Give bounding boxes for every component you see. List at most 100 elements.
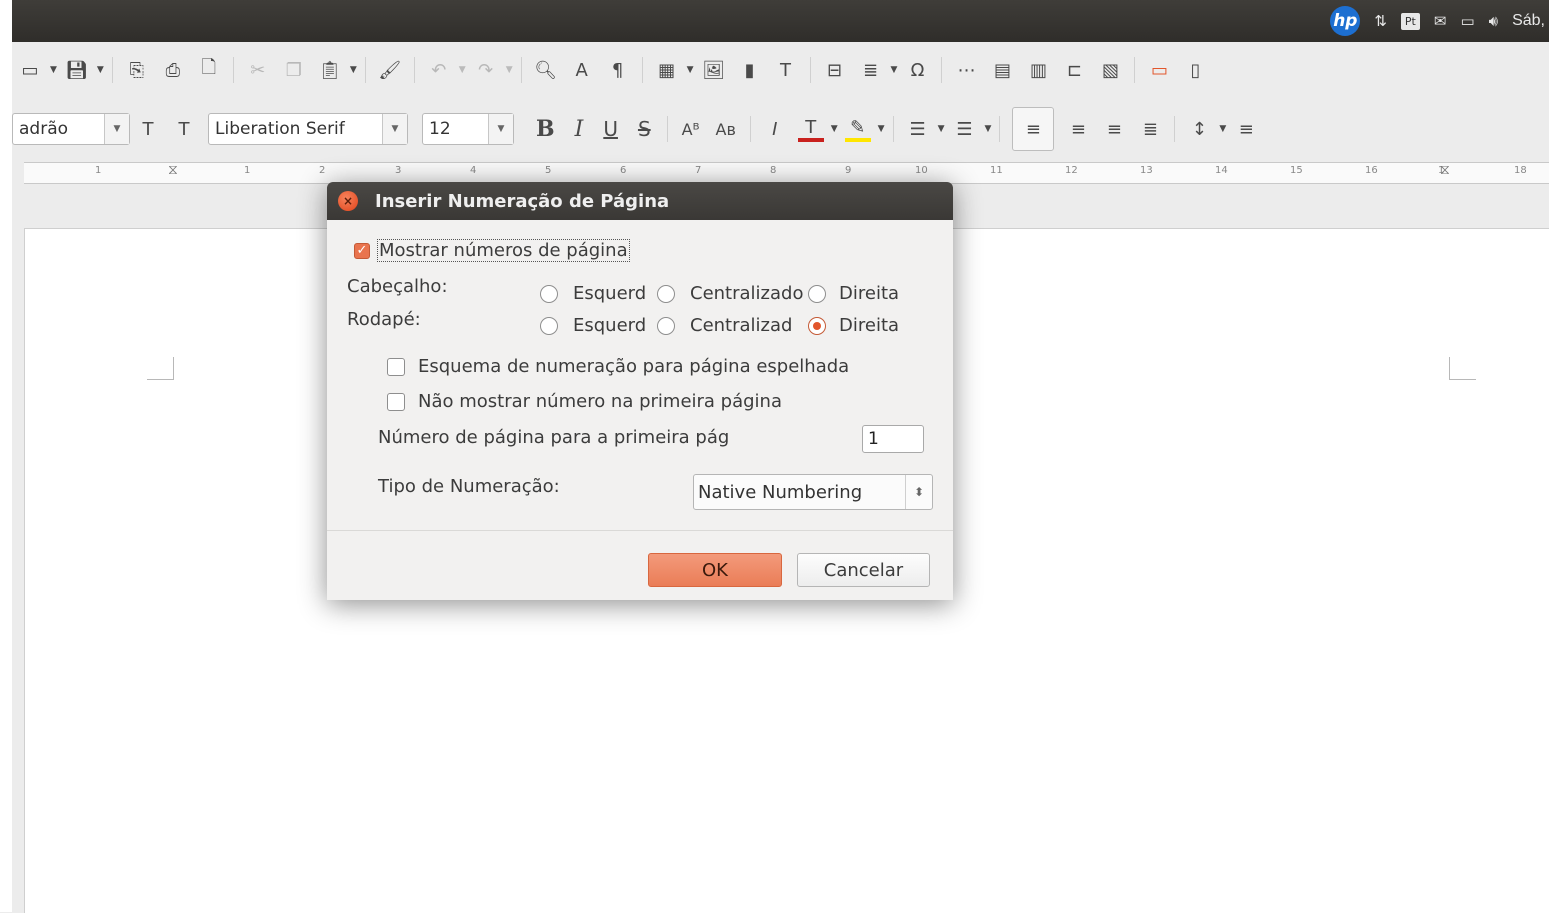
show-numbers-row[interactable]: ✓ Mostrar números de página xyxy=(354,239,630,262)
close-icon[interactable]: × xyxy=(338,191,358,211)
insert-cross-reference-icon[interactable]: ▧ xyxy=(1097,57,1123,83)
numbered-list-dropdown-icon[interactable]: ▼ xyxy=(985,124,992,134)
right-indent-marker-icon[interactable]: ⧖ xyxy=(1440,162,1450,178)
header-right-radio[interactable] xyxy=(808,284,826,303)
superscript-button[interactable]: Aᴮ xyxy=(682,120,700,139)
paragraph-style-dropdown-icon[interactable]: ▼ xyxy=(104,114,129,144)
align-right-button[interactable]: ≡ xyxy=(1101,116,1127,142)
insert-bookmark-icon[interactable]: ⊏ xyxy=(1061,57,1087,83)
header-center-radio[interactable] xyxy=(657,284,675,303)
font-color-icon[interactable]: T xyxy=(797,116,824,142)
clone-formatting-icon[interactable]: 🖌︎ xyxy=(377,57,403,83)
paste-icon[interactable]: 📋︎ xyxy=(317,57,343,83)
insert-page-break-icon[interactable]: ⊟ xyxy=(822,57,848,83)
bold-button[interactable]: B xyxy=(536,116,555,142)
insert-image-icon[interactable]: 🖼︎ xyxy=(701,57,727,83)
mirrored-row[interactable]: Esquema de numeração para página espelha… xyxy=(387,356,849,377)
cancel-button[interactable]: Cancelar xyxy=(797,553,930,587)
header-left-option[interactable]: Esquerd xyxy=(540,283,660,304)
skip-first-label[interactable]: Não mostrar número na primeira página xyxy=(418,391,782,412)
bullet-list-icon[interactable]: ☰ xyxy=(905,116,931,142)
clock[interactable]: Sáb, xyxy=(1512,12,1545,30)
skip-first-checkbox[interactable] xyxy=(387,392,405,411)
insert-footnote-icon[interactable]: ▤ xyxy=(989,57,1015,83)
mirrored-checkbox[interactable] xyxy=(387,357,405,376)
skip-first-row[interactable]: Não mostrar número na primeira página xyxy=(387,391,782,412)
paragraph-style-combo[interactable]: adrão ▼ xyxy=(12,113,130,145)
insert-comment-icon[interactable]: ▭ xyxy=(1146,57,1172,83)
network-arrows-icon[interactable]: ⇅ xyxy=(1374,12,1387,30)
font-size-dropdown-icon[interactable]: ▼ xyxy=(488,114,513,144)
track-changes-icon[interactable]: ▯ xyxy=(1182,57,1208,83)
footer-left-option[interactable]: Esquerd xyxy=(540,315,660,336)
italic-button[interactable]: I xyxy=(575,117,584,142)
hp-logo-icon[interactable]: hp xyxy=(1330,6,1361,36)
paragraph-icon[interactable]: ≡ xyxy=(1233,116,1259,142)
special-character-icon[interactable]: Ω xyxy=(904,57,930,83)
open-icon[interactable]: ▭ xyxy=(17,57,43,83)
insert-chart-icon[interactable]: ▮ xyxy=(737,57,763,83)
highlight-color-icon[interactable]: ✎ xyxy=(844,116,871,142)
mail-icon[interactable]: ✉ xyxy=(1434,12,1447,30)
insert-hyperlink-icon[interactable]: ⋯ xyxy=(953,57,979,83)
header-right-label[interactable]: Direita xyxy=(839,283,899,304)
save-dropdown-icon[interactable]: ▼ xyxy=(97,65,104,75)
save-icon[interactable]: 💾︎ xyxy=(64,57,90,83)
font-name-combo[interactable]: Liberation Serif ▼ xyxy=(208,113,408,145)
clear-formatting-icon[interactable]: I xyxy=(762,116,788,142)
footer-right-radio[interactable] xyxy=(808,316,826,335)
undo-icon[interactable]: ↶ xyxy=(426,57,452,83)
insert-endnote-icon[interactable]: ▥ xyxy=(1025,57,1051,83)
dialog-titlebar[interactable]: × Inserir Numeração de Página xyxy=(327,182,953,220)
new-style-icon[interactable]: T xyxy=(171,116,197,142)
numbering-type-select[interactable]: Native Numbering ⬍ xyxy=(693,474,933,510)
show-numbers-label[interactable]: Mostrar números de página xyxy=(377,239,630,262)
footer-center-radio[interactable] xyxy=(657,316,675,335)
font-size-combo[interactable]: 12 ▼ xyxy=(422,113,514,145)
export-pdf-icon[interactable]: ⎘ xyxy=(124,57,150,83)
volume-icon[interactable]: 🔊︎ xyxy=(1489,12,1498,30)
font-name-dropdown-icon[interactable]: ▼ xyxy=(382,114,407,144)
header-right-option[interactable]: Direita xyxy=(808,283,899,304)
keyboard-layout-indicator[interactable]: Pt xyxy=(1400,12,1420,30)
find-replace-icon[interactable]: 🔍︎ xyxy=(533,57,559,83)
first-page-number-input[interactable]: 1 xyxy=(862,425,924,453)
insert-textbox-icon[interactable]: T xyxy=(773,57,799,83)
footer-right-label[interactable]: Direita xyxy=(839,315,899,336)
header-center-label[interactable]: Centralizado xyxy=(690,283,803,304)
spinner-arrows-icon[interactable]: ⬍ xyxy=(905,475,932,509)
indent-marker-icon[interactable]: ⧖ xyxy=(168,162,178,178)
update-style-icon[interactable]: T xyxy=(135,116,161,142)
footer-center-label[interactable]: Centralizad xyxy=(690,315,792,336)
print-icon[interactable]: ⎙ xyxy=(160,57,186,83)
formatting-marks-icon[interactable]: ¶ xyxy=(605,57,631,83)
line-spacing-dropdown-icon[interactable]: ▼ xyxy=(1219,124,1226,134)
align-left-button[interactable]: ≡ xyxy=(1012,107,1055,151)
footer-right-option[interactable]: Direita xyxy=(808,315,899,336)
footer-left-label[interactable]: Esquerd xyxy=(573,315,646,336)
mirrored-label[interactable]: Esquema de numeração para página espelha… xyxy=(418,356,849,377)
justify-button[interactable]: ≣ xyxy=(1137,116,1163,142)
underline-button[interactable]: U xyxy=(603,117,618,141)
insert-table-icon[interactable]: ▦ xyxy=(654,57,680,83)
copy-icon[interactable]: ❐ xyxy=(281,57,307,83)
cut-icon[interactable]: ✂ xyxy=(245,57,271,83)
undo-dropdown-icon[interactable]: ▼ xyxy=(459,65,466,75)
header-left-radio[interactable] xyxy=(540,284,558,303)
insert-field-icon[interactable]: ≣ xyxy=(858,57,884,83)
strikethrough-button[interactable]: S xyxy=(638,117,651,141)
spelling-icon[interactable]: A xyxy=(569,57,595,83)
open-dropdown-icon[interactable]: ▼ xyxy=(50,65,57,75)
battery-icon[interactable]: ▭ xyxy=(1460,12,1474,30)
highlight-dropdown-icon[interactable]: ▼ xyxy=(878,124,885,134)
footer-center-option[interactable]: Centralizad xyxy=(657,315,809,336)
align-center-button[interactable]: ≡ xyxy=(1065,116,1091,142)
subscript-button[interactable]: Aʙ xyxy=(716,120,736,139)
font-color-dropdown-icon[interactable]: ▼ xyxy=(831,124,838,134)
redo-dropdown-icon[interactable]: ▼ xyxy=(506,65,513,75)
redo-icon[interactable]: ↷ xyxy=(473,57,499,83)
bullet-list-dropdown-icon[interactable]: ▼ xyxy=(938,124,945,134)
table-dropdown-icon[interactable]: ▼ xyxy=(687,65,694,75)
horizontal-ruler[interactable]: 1 ⧖ 1 2 3 4 5 6 7 8 9 10 11 12 13 14 15 … xyxy=(24,162,1549,184)
numbered-list-icon[interactable]: ☰ xyxy=(952,116,978,142)
